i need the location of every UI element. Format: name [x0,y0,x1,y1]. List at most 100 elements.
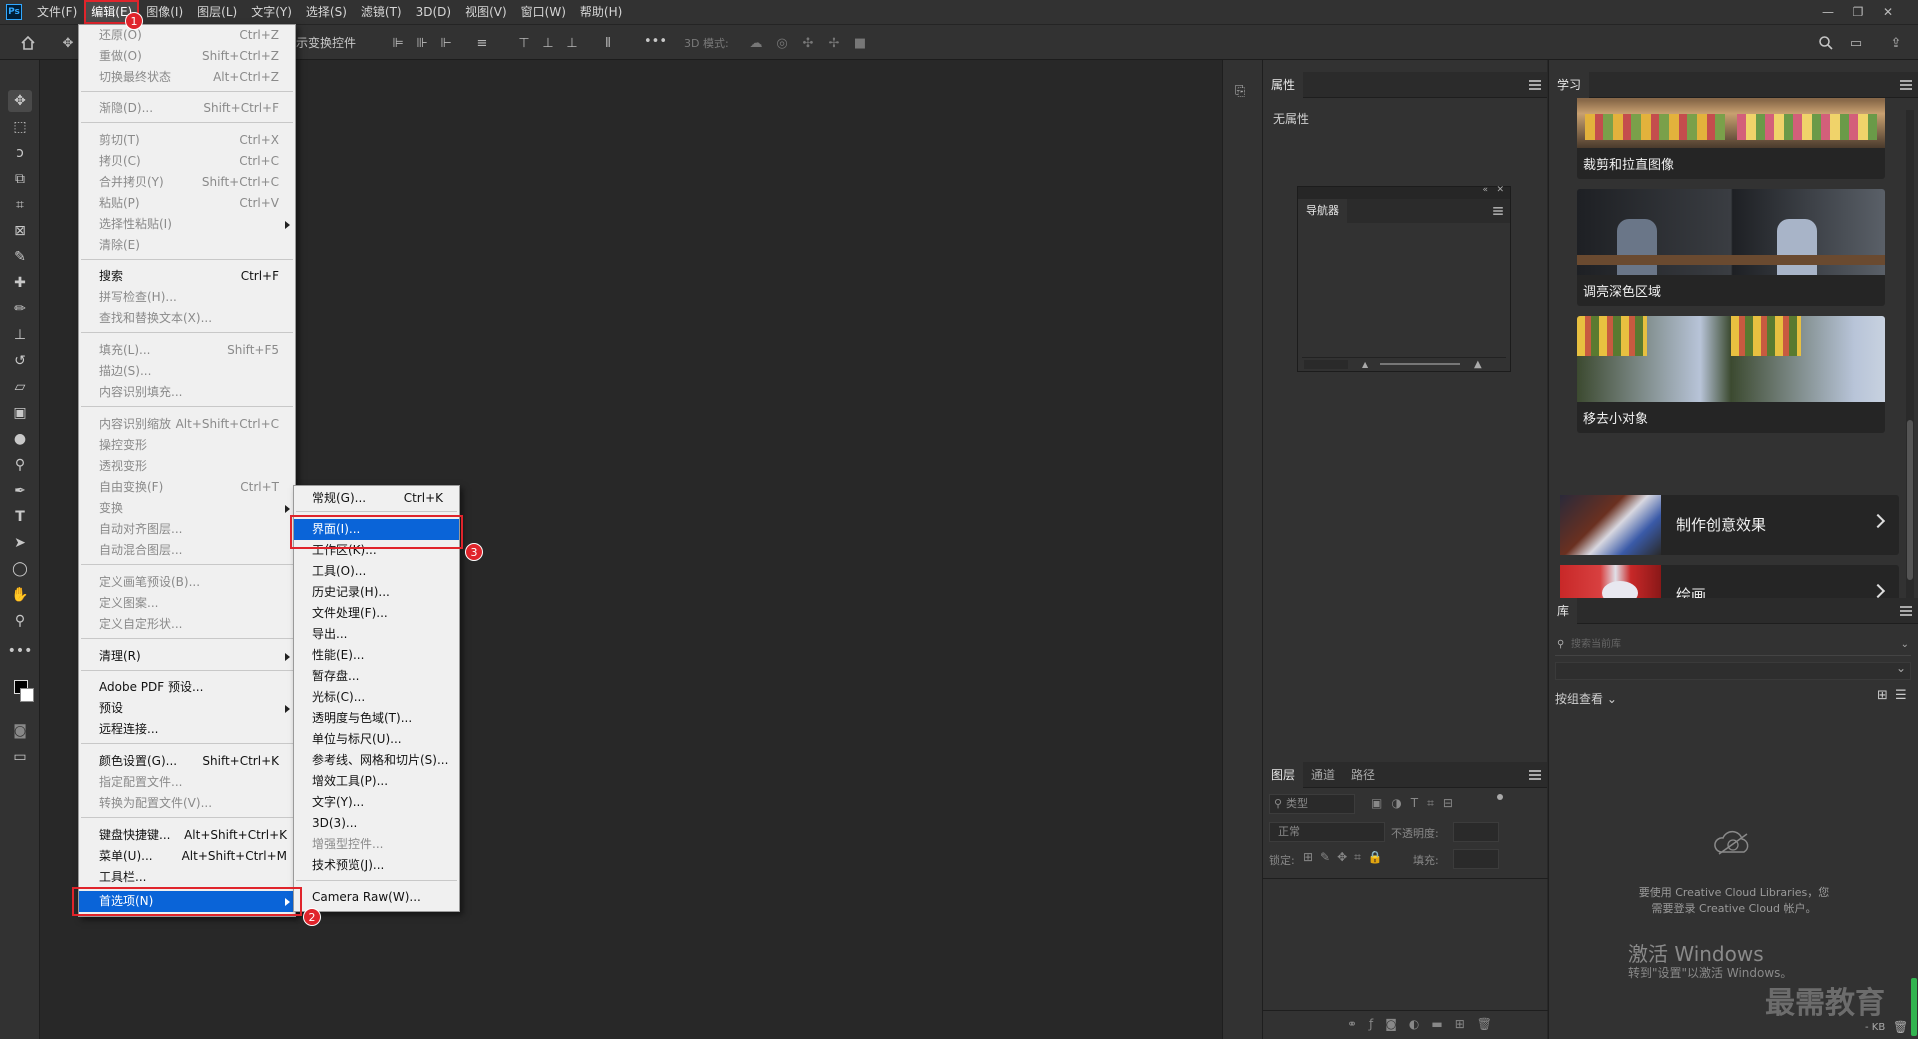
navigator-menu-icon[interactable] [1493,207,1503,215]
submenu-item-performance[interactable]: 性能(E)... [294,645,459,666]
distribute-icon[interactable]: ≡ [472,33,492,53]
menu-filter[interactable]: 滤镜(T) [354,0,409,24]
menu-item-find-replace[interactable]: 查找和替换文本(X)... [79,308,295,329]
lasso-tool-icon[interactable]: ↄ [8,142,32,164]
ellipse-tool-icon[interactable]: ◯ [8,558,32,580]
align-bottom-icon[interactable]: ⊥ [562,33,582,53]
tab-paths[interactable]: 路径 [1343,762,1383,788]
tab-navigator[interactable]: 导航器 [1298,199,1347,223]
list-view-icon[interactable]: ☰ [1895,688,1907,703]
menu-item-keyboard-shortcuts[interactable]: 键盘快捷键... Alt+Shift+Ctrl+K [79,825,295,846]
chevron-down-icon[interactable]: ⌄ [1901,634,1909,656]
submenu-item-tools[interactable]: 工具(O)... [294,561,459,582]
zoom-out-icon[interactable]: ▲ [1362,360,1368,369]
layer-action-icons[interactable]: ⚭ƒ◙◐▬⊞🗑 [1347,1017,1504,1031]
collapse-icon[interactable]: « [1482,185,1488,195]
tutorial-crop[interactable]: 裁剪和拉直图像 [1577,98,1885,179]
menu-item-content-aware-fill[interactable]: 内容识别填充... [79,382,295,403]
eraser-tool-icon[interactable]: ▱ [8,376,32,398]
menu-window[interactable]: 窗口(W) [514,0,573,24]
submenu-item-plugins[interactable]: 增效工具(P)... [294,771,459,792]
tab-learn[interactable]: 学习 [1549,72,1590,98]
marquee-tool-icon[interactable]: ⬚ [8,116,32,138]
close-window-icon[interactable]: ✕ [1873,0,1903,24]
object-select-tool-icon[interactable]: ⧉ [8,168,32,190]
move-tool-option-icon[interactable]: ✥ [58,33,78,53]
quick-mask-icon[interactable]: ◙ [8,720,32,742]
zoom-in-icon[interactable]: ▲ [1474,359,1482,370]
frame-tool-icon[interactable]: ⊠ [8,220,32,242]
background-color-swatch[interactable] [20,688,34,702]
3d-camera-icon[interactable]: ■ [850,33,870,53]
menu-image[interactable]: 图像(I) [139,0,190,24]
tab-properties[interactable]: 属性 [1263,72,1304,98]
submenu-item-export[interactable]: 导出... [294,624,459,645]
restore-icon[interactable]: ❐ [1843,0,1873,24]
filter-toggle-icon[interactable] [1497,794,1503,800]
menu-item-assign-profile[interactable]: 指定配置文件... [79,772,295,793]
submenu-item-guides-grid[interactable]: 参考线、网格和切片(S)... [294,750,459,771]
menu-item-pdf-presets[interactable]: Adobe PDF 预设... [79,677,295,698]
tab-layers[interactable]: 图层 [1263,762,1304,788]
submenu-item-tech-preview[interactable]: 技术预览(J)... [294,855,459,876]
menu-item-copy[interactable]: 拷贝(C) Ctrl+C [79,151,295,172]
type-tool-icon[interactable]: T [8,506,32,528]
search-icon[interactable] [1816,33,1836,53]
clone-stamp-tool-icon[interactable]: ⊥ [8,324,32,346]
menu-item-presets[interactable]: 预设 [79,698,295,719]
menu-layer[interactable]: 图层(L) [190,0,244,24]
tab-channels[interactable]: 通道 [1303,762,1343,788]
blur-tool-icon[interactable]: ● [8,428,32,450]
menu-type[interactable]: 文字(Y) [244,0,299,24]
tab-library[interactable]: 库 [1549,598,1578,624]
menu-file[interactable]: 文件(F) [30,0,84,24]
menu-3d[interactable]: 3D(D) [409,0,458,24]
menu-item-puppet-warp[interactable]: 操控变形 [79,435,295,456]
menu-item-stroke[interactable]: 描边(S)... [79,361,295,382]
learn-scrollbar[interactable] [1906,110,1914,620]
zoom-slider[interactable] [1380,363,1460,365]
brush-tool-icon[interactable]: ✏ [8,298,32,320]
menu-item-toggle-last-state[interactable]: 切换最终状态 Alt+Ctrl+Z [79,67,295,88]
path-select-tool-icon[interactable]: ➤ [8,532,32,554]
healing-brush-tool-icon[interactable]: ✚ [8,272,32,294]
learn-card-creative[interactable]: 制作创意效果 [1560,495,1899,555]
submenu-item-transparency[interactable]: 透明度与色域(T)... [294,708,459,729]
submenu-item-camera-raw[interactable]: Camera Raw(W)... [294,887,459,908]
3d-slide-icon[interactable]: ✢ [824,33,844,53]
menu-item-define-pattern[interactable]: 定义图案... [79,593,295,614]
menu-item-perspective-warp[interactable]: 透视变形 [79,456,295,477]
library-search-input[interactable]: ⚲ 搜索当前库 ⌄ [1555,634,1911,656]
align-left-icon[interactable]: ⊫ [388,33,408,53]
home-icon[interactable] [18,33,38,53]
pen-tool-icon[interactable]: ✒ [8,480,32,502]
menu-item-fade[interactable]: 渐隐(D)... Shift+Ctrl+F [79,98,295,119]
submenu-item-units-rulers[interactable]: 单位与标尺(U)... [294,729,459,750]
properties-menu-icon[interactable] [1529,80,1541,90]
menu-item-search[interactable]: 搜索 Ctrl+F [79,266,295,287]
zoom-field[interactable] [1304,360,1348,369]
menu-item-free-transform[interactable]: 自由变换(F) Ctrl+T [79,477,295,498]
lock-icons[interactable]: ⊞✎✥⌗🔒 [1303,850,1390,865]
menu-help[interactable]: 帮助(H) [573,0,629,24]
dodge-tool-icon[interactable]: ⚲ [8,454,32,476]
opacity-field[interactable] [1453,822,1499,842]
submenu-item-history[interactable]: 历史记录(H)... [294,582,459,603]
menu-item-remote-connections[interactable]: 远程连接... [79,719,295,740]
zoom-tool-icon[interactable]: ⚲ [8,610,32,632]
eyedropper-tool-icon[interactable]: ✎ [8,246,32,268]
more-options-icon[interactable]: ••• [644,34,667,49]
menu-item-fill[interactable]: 填充(L)... Shift+F5 [79,340,295,361]
3d-roll-icon[interactable]: ◎ [772,33,792,53]
menu-item-toolbar[interactable]: 工具栏... [79,867,295,888]
menu-item-copy-merged[interactable]: 合并拷贝(Y) Shift+Ctrl+C [79,172,295,193]
menu-item-auto-align[interactable]: 自动对齐图层... [79,519,295,540]
fill-field[interactable] [1453,849,1499,869]
library-menu-icon[interactable] [1900,606,1912,616]
menu-item-define-shape[interactable]: 定义自定形状... [79,614,295,635]
submenu-item-file-handling[interactable]: 文件处理(F)... [294,603,459,624]
tutorial-brighten[interactable]: 调亮深色区域 [1577,189,1885,306]
menu-item-auto-blend[interactable]: 自动混合图层... [79,540,295,561]
menu-item-cut[interactable]: 剪切(T) Ctrl+X [79,130,295,151]
menu-item-convert-profile[interactable]: 转换为配置文件(V)... [79,793,295,814]
